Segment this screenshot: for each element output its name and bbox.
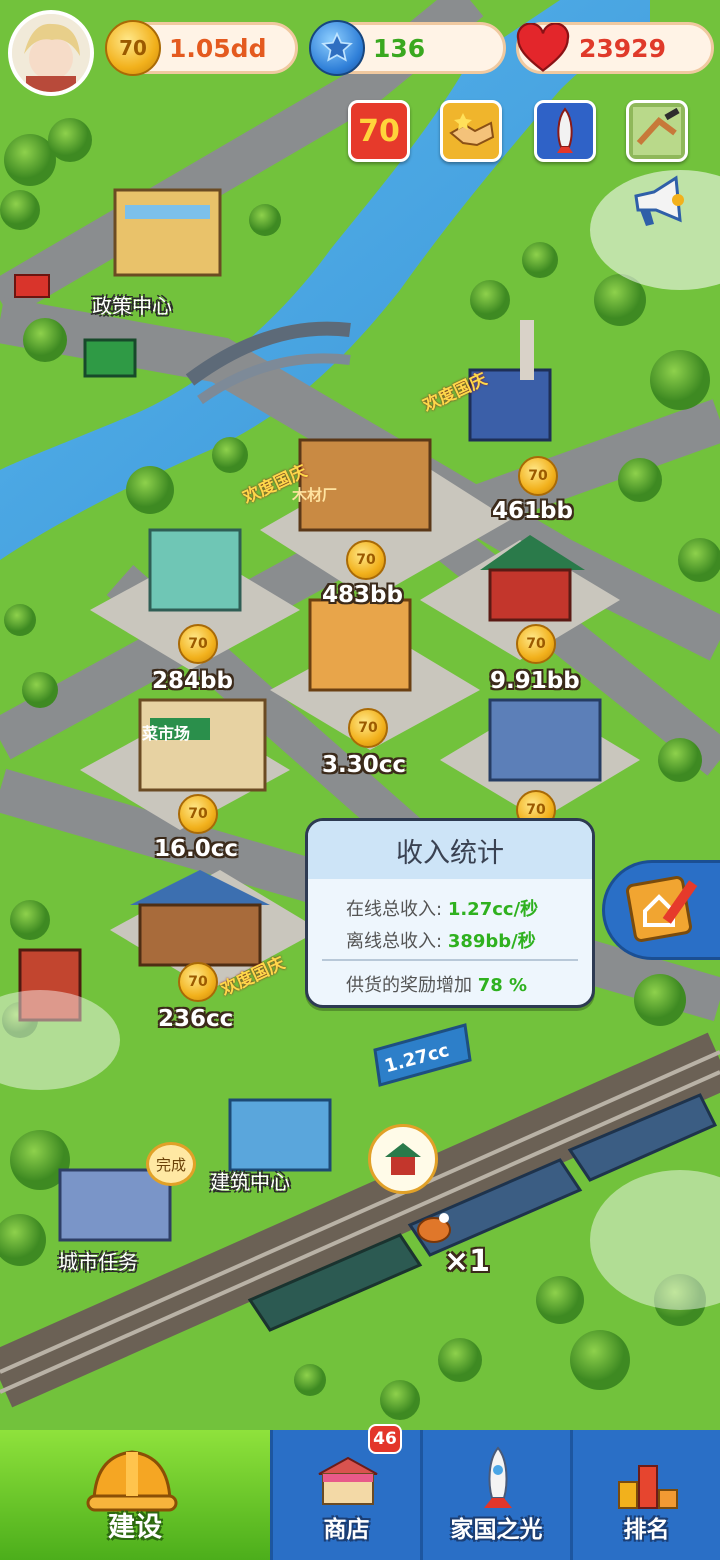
tab-rank[interactable]: 排名	[570, 1430, 720, 1560]
house-pencil-icon	[626, 876, 698, 942]
online-income-label: 在线总收入:	[346, 899, 443, 920]
building-income: 461bb	[492, 498, 573, 524]
building-income: 9.91bb	[490, 668, 580, 694]
collect-coin-icon[interactable]: 70	[178, 794, 218, 834]
collect-coin-icon[interactable]: 70	[178, 624, 218, 664]
bottom-nav: 建设 商店 家国之光 排名	[0, 1430, 720, 1560]
building-income: 16.0cc	[154, 836, 239, 862]
tab-build-label: 建设	[108, 1512, 162, 1543]
heart-icon	[515, 20, 571, 76]
cargo-count: ×1	[444, 1244, 491, 1279]
podium-icon	[618, 1465, 678, 1509]
offline-income-label: 离线总收入:	[346, 931, 443, 952]
online-income-row: 在线总收入: 1.27cc/秒	[346, 895, 538, 921]
rocket-event-button[interactable]	[534, 100, 596, 162]
coin-amount: 1.05dd	[169, 33, 267, 63]
collect-coin-icon[interactable]: 70	[516, 624, 556, 664]
tab-shop-label: 商店	[323, 1517, 370, 1543]
market-sign: 菜市场	[142, 724, 191, 743]
rocket-event-icon	[557, 107, 573, 153]
supply-bonus-row: 供货的奖励增加 78 %	[346, 971, 527, 997]
star-gem-icon	[309, 20, 365, 76]
building-center-label[interactable]: 建筑中心	[210, 1166, 290, 1195]
coin-counter[interactable]: 70 1.05dd	[105, 20, 298, 76]
city-map-button[interactable]	[626, 100, 688, 162]
edit-layout-button[interactable]	[602, 860, 720, 960]
lumber-mill-sign: 木材厂	[292, 486, 338, 504]
handshake-event-button[interactable]	[440, 100, 502, 162]
income-stats-panel[interactable]: 收入统计 在线总收入: 1.27cc/秒 离线总收入: 389bb/秒 供货的奖…	[305, 818, 595, 1008]
shop-icon	[318, 1456, 378, 1505]
offline-income-value: 389bb/秒	[447, 931, 536, 952]
building-income: 284bb	[152, 668, 233, 694]
building-income: 483bb	[322, 582, 403, 608]
income-stats-title: 收入统计	[308, 821, 592, 879]
heart-amount: 23929	[579, 33, 666, 63]
policy-center-label[interactable]: 政策中心	[92, 290, 172, 319]
tab-homeland[interactable]: 家国之光	[420, 1430, 570, 1560]
coin-icon: 70	[105, 20, 161, 76]
handshake-icon	[449, 113, 495, 147]
tab-rank-label: 排名	[623, 1517, 670, 1543]
city-map-icon	[633, 107, 681, 155]
player-avatar[interactable]	[8, 10, 94, 96]
tab-build[interactable]: 建设	[0, 1430, 270, 1560]
offline-income-row: 离线总收入: 389bb/秒	[346, 927, 536, 953]
anniversary-70-icon: 70	[358, 113, 400, 149]
gem-amount: 136	[373, 33, 426, 63]
building-center-bubble[interactable]	[368, 1124, 438, 1194]
building-income: 3.30cc	[322, 752, 407, 778]
rocket-icon	[484, 1446, 512, 1508]
online-income-value: 1.27cc/秒	[447, 899, 539, 920]
building-income: 236cc	[158, 1006, 234, 1032]
announcement-button[interactable]	[626, 170, 692, 236]
megaphone-icon	[634, 175, 684, 226]
shop-notification-badge: 46	[368, 1424, 402, 1454]
supply-bonus-value: 78 %	[477, 975, 528, 996]
city-task-label[interactable]: 城市任务	[58, 1246, 138, 1275]
tab-homeland-label: 家国之光	[450, 1517, 543, 1543]
collect-coin-icon[interactable]: 70	[178, 962, 218, 1002]
roast-chicken-icon[interactable]	[414, 1206, 454, 1246]
gem-counter[interactable]: 136	[309, 20, 506, 76]
pavilion-icon	[385, 1143, 421, 1175]
panel-divider	[322, 959, 578, 961]
collect-coin-icon[interactable]: 70	[518, 456, 558, 496]
heart-counter[interactable]: 23929	[516, 22, 714, 74]
collect-coin-icon[interactable]: 70	[348, 708, 388, 748]
supply-bonus-label: 供货的奖励增加	[346, 975, 472, 996]
collect-coin-icon[interactable]: 70	[346, 540, 386, 580]
anniversary-event-button[interactable]: 70	[348, 100, 410, 162]
task-complete-badge[interactable]: 完成	[146, 1142, 196, 1186]
